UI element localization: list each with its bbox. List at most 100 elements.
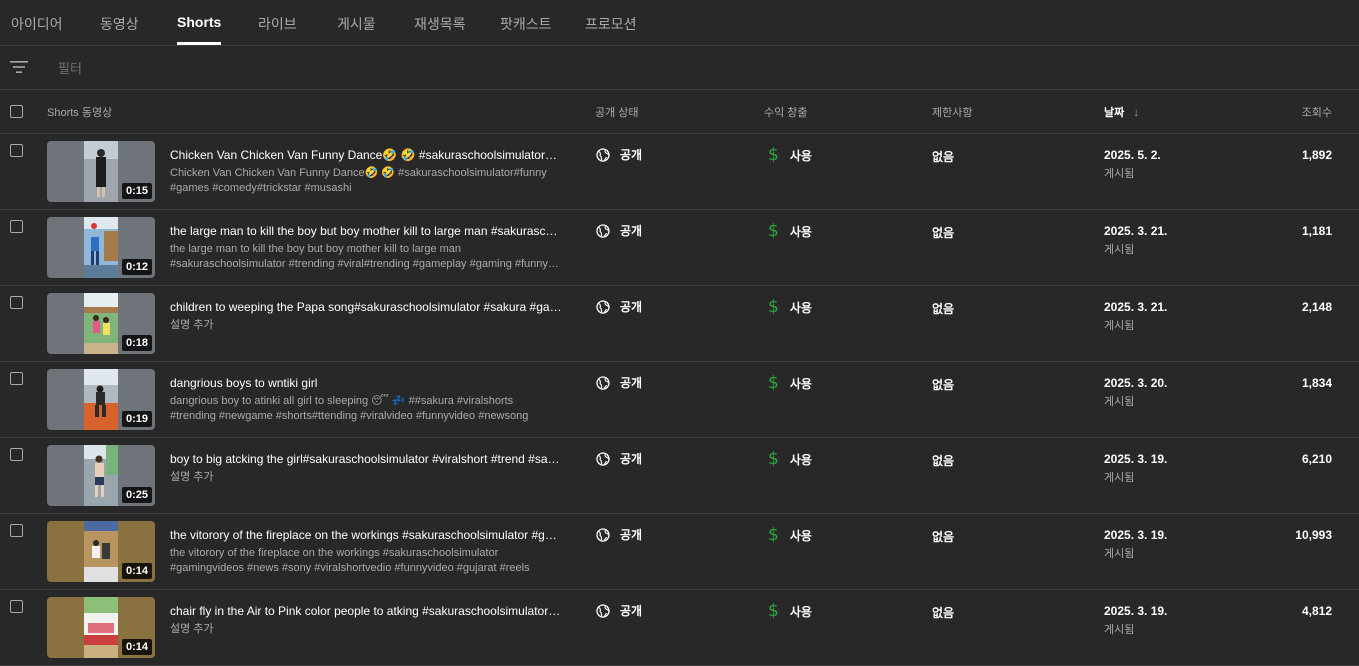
- video-description-line: Chicken Van Chicken Van Funny Dance🤣 🤣 #…: [170, 167, 547, 179]
- publish-status: 게시됨: [1104, 624, 1135, 636]
- video-thumbnail[interactable]: 0:12: [47, 217, 155, 278]
- video-title[interactable]: chair fly in the Air to Pink color peopl…: [170, 604, 562, 618]
- visibility-status[interactable]: 공개: [596, 298, 642, 315]
- table-row[interactable]: 0:15 Chicken Van Chicken Van Funny Dance…: [0, 134, 1359, 210]
- dollar-icon: $: [768, 145, 779, 165]
- visibility-status[interactable]: 공개: [596, 222, 642, 239]
- restrictions-value: 없음: [932, 378, 955, 392]
- row-checkbox[interactable]: [10, 220, 23, 233]
- row-checkbox[interactable]: [10, 144, 23, 157]
- column-header-video: Shorts 동영상: [47, 107, 113, 119]
- video-description-line: the vitorory of the fireplace on the wor…: [170, 547, 499, 559]
- video-thumbnail[interactable]: 0:15: [47, 141, 155, 202]
- video-duration: 0:12: [121, 259, 152, 275]
- table-row[interactable]: 0:18 children to weeping the Papa song#s…: [0, 286, 1359, 362]
- row-checkbox[interactable]: [10, 524, 23, 537]
- tab-ideas[interactable]: 아이디어: [11, 0, 63, 45]
- video-duration: 0:15: [121, 183, 152, 199]
- thumbnail-image: [84, 445, 118, 506]
- video-thumbnail[interactable]: 0:14: [47, 597, 155, 658]
- video-title[interactable]: children to weeping the Papa song#sakura…: [170, 300, 562, 314]
- video-title[interactable]: boy to big atcking the girl#sakuraschool…: [170, 452, 562, 466]
- filter-icon[interactable]: [10, 60, 28, 74]
- monetization-status[interactable]: $ 사용: [768, 221, 812, 241]
- monetization-status[interactable]: $ 사용: [768, 525, 812, 545]
- video-thumbnail[interactable]: 0:18: [47, 293, 155, 354]
- video-description-line: #gamingvideos #news #sony #viralshortved…: [170, 562, 530, 574]
- video-duration: 0:14: [121, 563, 152, 579]
- table-header: Shorts 동영상 공개 상태 수익 창출 제한사항 날짜 ↓ 조회수: [0, 90, 1359, 134]
- monetization-status[interactable]: $ 사용: [768, 145, 812, 165]
- visibility-status[interactable]: 공개: [596, 374, 642, 391]
- monetization-label: 사용: [789, 528, 812, 543]
- restrictions-value: 없음: [932, 226, 955, 240]
- table-row[interactable]: 0:14 chair fly in the Air to Pink color …: [0, 590, 1359, 666]
- dollar-icon: $: [768, 525, 779, 545]
- filter-input[interactable]: [58, 56, 658, 80]
- monetization-status[interactable]: $ 사용: [768, 297, 812, 317]
- visibility-status[interactable]: 공개: [596, 146, 642, 163]
- visibility-status[interactable]: 공개: [596, 526, 642, 543]
- row-checkbox[interactable]: [10, 296, 23, 309]
- visibility-status[interactable]: 공개: [596, 450, 642, 467]
- video-description-line: 설명 추가: [170, 623, 214, 635]
- tab-promotions[interactable]: 프로모션: [585, 0, 637, 45]
- table-row[interactable]: 0:19 dangrious boys to wntiki girl dangr…: [0, 362, 1359, 438]
- visibility-label: 공개: [620, 528, 643, 542]
- visibility-label: 공개: [620, 224, 643, 238]
- dollar-icon: $: [768, 221, 779, 241]
- monetization-label: 사용: [789, 224, 812, 239]
- tab-podcasts[interactable]: 팟캐스트: [500, 0, 552, 45]
- column-header-visibility[interactable]: 공개 상태: [595, 104, 639, 120]
- dollar-icon: $: [768, 373, 779, 393]
- monetization-status[interactable]: $ 사용: [768, 373, 812, 393]
- sort-arrow-down-icon: ↓: [1133, 107, 1139, 119]
- table-row[interactable]: 0:12 the large man to kill the boy but b…: [0, 210, 1359, 286]
- table-row[interactable]: 0:25 boy to big atcking the girl#sakuras…: [0, 438, 1359, 514]
- video-description-line: 설명 추가: [170, 471, 214, 483]
- row-checkbox[interactable]: [10, 448, 23, 461]
- view-count: 1,181: [1301, 224, 1332, 238]
- dollar-icon: $: [768, 297, 779, 317]
- tab-live[interactable]: 라이브: [258, 0, 297, 45]
- video-title[interactable]: dangrious boys to wntiki girl: [170, 376, 562, 390]
- publish-status: 게시됨: [1104, 472, 1135, 484]
- publish-date: 2025. 3. 21.: [1104, 300, 1168, 314]
- monetization-status[interactable]: $ 사용: [768, 601, 812, 621]
- monetization-label: 사용: [789, 452, 812, 467]
- visibility-label: 공개: [620, 300, 643, 314]
- globe-icon: [596, 375, 610, 390]
- video-description: 설명 추가: [170, 318, 562, 333]
- visibility-label: 공개: [620, 148, 643, 162]
- tab-playlists[interactable]: 재생목록: [414, 0, 466, 45]
- tab-shorts[interactable]: Shorts: [177, 0, 222, 45]
- globe-icon: [596, 603, 610, 618]
- publish-date: 2025. 3. 19.: [1104, 604, 1168, 618]
- view-count: 10,993: [1295, 528, 1332, 542]
- video-thumbnail[interactable]: 0:25: [47, 445, 155, 506]
- video-description-line: the large man to kill the boy but boy mo…: [170, 243, 462, 255]
- column-header-monetization[interactable]: 수익 창출: [764, 104, 808, 120]
- select-all-checkbox[interactable]: [10, 105, 23, 118]
- monetization-status[interactable]: $ 사용: [768, 449, 812, 469]
- column-header-restrictions[interactable]: 제한사항: [932, 104, 972, 120]
- row-checkbox[interactable]: [10, 372, 23, 385]
- visibility-status[interactable]: 공개: [596, 602, 642, 619]
- video-title[interactable]: the large man to kill the boy but boy mo…: [170, 224, 562, 238]
- video-thumbnail[interactable]: 0:14: [47, 521, 155, 582]
- tab-videos[interactable]: 동영상: [100, 0, 139, 45]
- view-count: 6,210: [1301, 452, 1332, 466]
- visibility-label: 공개: [620, 452, 643, 466]
- thumbnail-image: [84, 293, 118, 354]
- video-title[interactable]: the vitorory of the fireplace on the wor…: [170, 528, 562, 542]
- tab-posts[interactable]: 게시물: [337, 0, 376, 45]
- row-checkbox[interactable]: [10, 600, 23, 613]
- video-title[interactable]: Chicken Van Chicken Van Funny Dance🤣 🤣 #…: [170, 148, 562, 162]
- publish-status: 게시됨: [1104, 244, 1135, 256]
- column-header-date[interactable]: 날짜 ↓: [1104, 104, 1139, 120]
- video-thumbnail[interactable]: 0:19: [47, 369, 155, 430]
- column-header-views[interactable]: 조회수: [1302, 104, 1332, 120]
- video-description: 설명 추가: [170, 622, 562, 637]
- publish-status: 게시됨: [1104, 548, 1135, 560]
- table-row[interactable]: 0:14 the vitorory of the fireplace on th…: [0, 514, 1359, 590]
